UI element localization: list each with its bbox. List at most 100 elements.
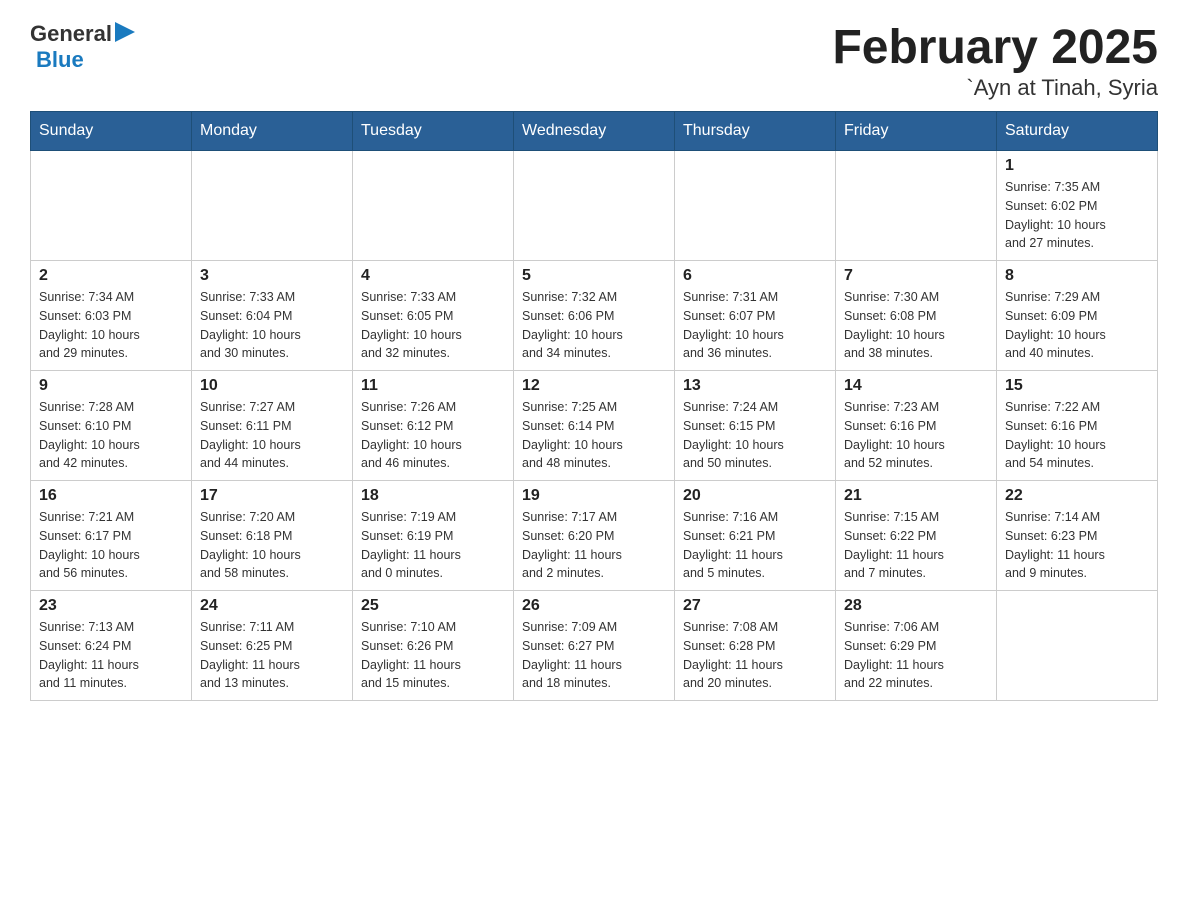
calendar-cell [675,151,836,261]
day-number: 2 [39,267,183,285]
day-number: 21 [844,487,988,505]
day-number: 4 [361,267,505,285]
day-info: Sunrise: 7:29 AM Sunset: 6:09 PM Dayligh… [1005,288,1149,363]
day-number: 1 [1005,157,1149,175]
day-info: Sunrise: 7:11 AM Sunset: 6:25 PM Dayligh… [200,618,344,693]
calendar-cell: 4 Sunrise: 7:33 AM Sunset: 6:05 PM Daylig… [353,261,514,371]
calendar-cell: 12 Sunrise: 7:25 AM Sunset: 6:14 PM Dayli… [514,371,675,481]
logo: General Blue [30,20,137,73]
calendar-cell: 18 Sunrise: 7:19 AM Sunset: 6:19 PM Dayli… [353,481,514,591]
day-number: 23 [39,597,183,615]
week-row-5: 23 Sunrise: 7:13 AM Sunset: 6:24 PM Dayli… [31,591,1158,701]
page-header: General Blue February 2025 `Ayn at Tinah… [30,20,1158,101]
calendar-cell [997,591,1158,701]
calendar-cell: 10 Sunrise: 7:27 AM Sunset: 6:11 PM Dayli… [192,371,353,481]
col-monday: Monday [192,112,353,151]
day-number: 10 [200,377,344,395]
week-row-2: 2 Sunrise: 7:34 AM Sunset: 6:03 PM Daylig… [31,261,1158,371]
day-info: Sunrise: 7:34 AM Sunset: 6:03 PM Dayligh… [39,288,183,363]
day-number: 7 [844,267,988,285]
day-info: Sunrise: 7:14 AM Sunset: 6:23 PM Dayligh… [1005,508,1149,583]
day-info: Sunrise: 7:21 AM Sunset: 6:17 PM Dayligh… [39,508,183,583]
calendar-cell [514,151,675,261]
day-number: 20 [683,487,827,505]
day-number: 28 [844,597,988,615]
calendar-cell: 26 Sunrise: 7:09 AM Sunset: 6:27 PM Dayli… [514,591,675,701]
day-number: 6 [683,267,827,285]
calendar-cell: 14Sunrise: 7:23 AM Sunset: 6:16 PM Dayli… [836,371,997,481]
calendar-cell: 2 Sunrise: 7:34 AM Sunset: 6:03 PM Daylig… [31,261,192,371]
day-info: Sunrise: 7:27 AM Sunset: 6:11 PM Dayligh… [200,398,344,473]
day-info: Sunrise: 7:25 AM Sunset: 6:14 PM Dayligh… [522,398,666,473]
calendar-cell: 21 Sunrise: 7:15 AM Sunset: 6:22 PM Dayli… [836,481,997,591]
week-row-1: 1 Sunrise: 7:35 AM Sunset: 6:02 PM Daylig… [31,151,1158,261]
day-info: Sunrise: 7:28 AM Sunset: 6:10 PM Dayligh… [39,398,183,473]
day-info: Sunrise: 7:20 AM Sunset: 6:18 PM Dayligh… [200,508,344,583]
week-row-3: 9Sunrise: 7:28 AM Sunset: 6:10 PM Daylig… [31,371,1158,481]
calendar-cell: 7 Sunrise: 7:30 AM Sunset: 6:08 PM Daylig… [836,261,997,371]
day-info: Sunrise: 7:09 AM Sunset: 6:27 PM Dayligh… [522,618,666,693]
calendar-cell: 6 Sunrise: 7:31 AM Sunset: 6:07 PM Daylig… [675,261,836,371]
calendar-cell: 8 Sunrise: 7:29 AM Sunset: 6:09 PM Daylig… [997,261,1158,371]
calendar-cell: 25 Sunrise: 7:10 AM Sunset: 6:26 PM Dayli… [353,591,514,701]
calendar-cell: 22 Sunrise: 7:14 AM Sunset: 6:23 PM Dayli… [997,481,1158,591]
day-info: Sunrise: 7:17 AM Sunset: 6:20 PM Dayligh… [522,508,666,583]
day-number: 15 [1005,377,1149,395]
calendar-cell: 16Sunrise: 7:21 AM Sunset: 6:17 PM Dayli… [31,481,192,591]
day-info: Sunrise: 7:35 AM Sunset: 6:02 PM Dayligh… [1005,178,1149,253]
day-info: Sunrise: 7:19 AM Sunset: 6:19 PM Dayligh… [361,508,505,583]
calendar-cell: 13 Sunrise: 7:24 AM Sunset: 6:15 PM Dayli… [675,371,836,481]
day-info: Sunrise: 7:15 AM Sunset: 6:22 PM Dayligh… [844,508,988,583]
month-title: February 2025 [832,20,1158,75]
day-info: Sunrise: 7:16 AM Sunset: 6:21 PM Dayligh… [683,508,827,583]
col-tuesday: Tuesday [353,112,514,151]
col-sunday: Sunday [31,112,192,151]
day-number: 5 [522,267,666,285]
day-info: Sunrise: 7:24 AM Sunset: 6:15 PM Dayligh… [683,398,827,473]
calendar-cell [31,151,192,261]
calendar-table: Sunday Monday Tuesday Wednesday Thursday… [30,111,1158,701]
day-number: 3 [200,267,344,285]
day-info: Sunrise: 7:30 AM Sunset: 6:08 PM Dayligh… [844,288,988,363]
calendar-cell: 17 Sunrise: 7:20 AM Sunset: 6:18 PM Dayli… [192,481,353,591]
calendar-cell: 15 Sunrise: 7:22 AM Sunset: 6:16 PM Dayli… [997,371,1158,481]
day-number: 27 [683,597,827,615]
day-number: 19 [522,487,666,505]
day-number: 13 [683,377,827,395]
day-info: Sunrise: 7:33 AM Sunset: 6:05 PM Dayligh… [361,288,505,363]
day-number: 18 [361,487,505,505]
col-friday: Friday [836,112,997,151]
day-number: 25 [361,597,505,615]
day-number: 12 [522,377,666,395]
week-row-4: 16Sunrise: 7:21 AM Sunset: 6:17 PM Dayli… [31,481,1158,591]
title-block: February 2025 `Ayn at Tinah, Syria [832,20,1158,101]
day-number: 24 [200,597,344,615]
calendar-cell: 19 Sunrise: 7:17 AM Sunset: 6:20 PM Dayli… [514,481,675,591]
day-info: Sunrise: 7:22 AM Sunset: 6:16 PM Dayligh… [1005,398,1149,473]
calendar-cell [192,151,353,261]
calendar-header-row: Sunday Monday Tuesday Wednesday Thursday… [31,112,1158,151]
calendar-cell: 9Sunrise: 7:28 AM Sunset: 6:10 PM Daylig… [31,371,192,481]
logo-arrow-icon [115,22,137,42]
calendar-cell: 24 Sunrise: 7:11 AM Sunset: 6:25 PM Dayli… [192,591,353,701]
day-number: 8 [1005,267,1149,285]
location-title: `Ayn at Tinah, Syria [832,75,1158,101]
day-number: 14 [844,377,988,395]
day-info: Sunrise: 7:26 AM Sunset: 6:12 PM Dayligh… [361,398,505,473]
calendar-cell: 3 Sunrise: 7:33 AM Sunset: 6:04 PM Daylig… [192,261,353,371]
calendar-cell: 20 Sunrise: 7:16 AM Sunset: 6:21 PM Dayli… [675,481,836,591]
day-info: Sunrise: 7:31 AM Sunset: 6:07 PM Dayligh… [683,288,827,363]
day-info: Sunrise: 7:33 AM Sunset: 6:04 PM Dayligh… [200,288,344,363]
calendar-cell: 28Sunrise: 7:06 AM Sunset: 6:29 PM Dayli… [836,591,997,701]
day-number: 17 [200,487,344,505]
col-thursday: Thursday [675,112,836,151]
calendar-cell: 1 Sunrise: 7:35 AM Sunset: 6:02 PM Daylig… [997,151,1158,261]
day-number: 22 [1005,487,1149,505]
day-info: Sunrise: 7:10 AM Sunset: 6:26 PM Dayligh… [361,618,505,693]
logo-blue-text: Blue [36,47,84,73]
day-info: Sunrise: 7:13 AM Sunset: 6:24 PM Dayligh… [39,618,183,693]
logo-general-text: General [30,21,112,47]
calendar-cell: 11Sunrise: 7:26 AM Sunset: 6:12 PM Dayli… [353,371,514,481]
calendar-cell: 5Sunrise: 7:32 AM Sunset: 6:06 PM Daylig… [514,261,675,371]
day-number: 26 [522,597,666,615]
